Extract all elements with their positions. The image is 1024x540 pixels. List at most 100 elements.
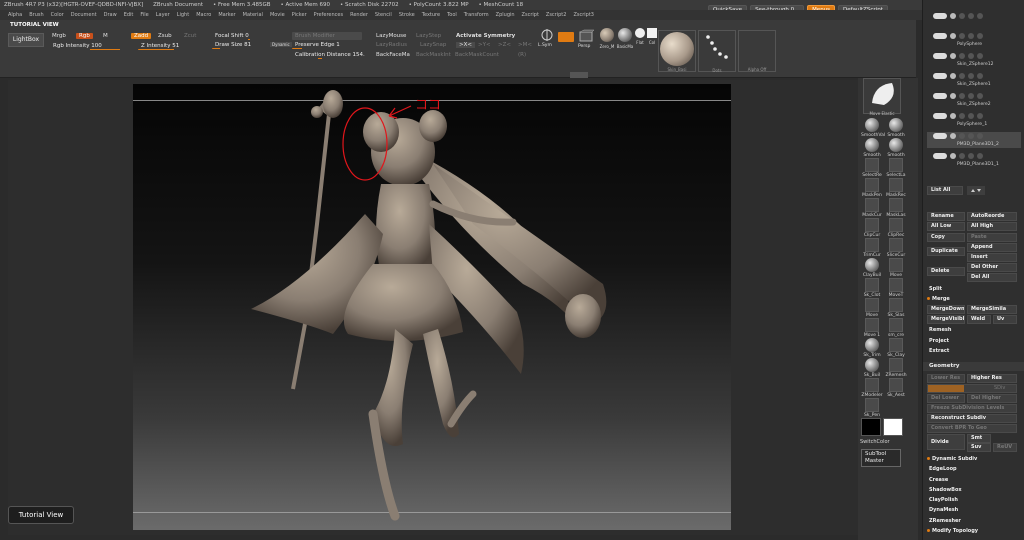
subtool-option-icon[interactable] <box>968 153 974 159</box>
subtool-option-icon[interactable] <box>968 33 974 39</box>
all-high-button[interactable]: All High <box>967 222 1017 231</box>
subtool-option-icon[interactable] <box>968 93 974 99</box>
all-low-button[interactable]: All Low <box>927 222 965 231</box>
shelf-brush-button[interactable]: SliceCur <box>885 238 907 258</box>
menu-picker[interactable]: Picker <box>292 12 307 18</box>
color-swatches[interactable] <box>861 418 903 438</box>
shelf-brush-button[interactable]: SelectRe <box>861 158 883 178</box>
shelf-brush-button[interactable]: ClayBuil <box>861 258 883 278</box>
menu-zscript3[interactable]: Zscript3 <box>573 12 594 18</box>
subtool-item[interactable]: PolySphere_1 <box>927 112 1021 127</box>
menu-edit[interactable]: Edit <box>124 12 134 18</box>
shelf-brush-button[interactable]: Smooth <box>885 138 907 158</box>
secondary-color-swatch[interactable] <box>883 418 903 436</box>
menu-render[interactable]: Render <box>350 12 368 18</box>
insert-button[interactable]: Insert <box>967 253 1017 262</box>
material-thumbnail[interactable]: Skin_Basi <box>658 30 696 72</box>
shelf-brush-button[interactable]: SelectLa <box>885 158 907 178</box>
shelf-brush-button[interactable]: Move <box>861 298 883 318</box>
remesh-section[interactable]: Remesh <box>929 327 951 333</box>
smt-toggle[interactable]: Smt <box>967 434 991 443</box>
convert-bpr-button[interactable]: Convert BPR To Geo <box>927 424 1017 433</box>
symmetry-z-toggle[interactable]: >Z< <box>498 42 511 48</box>
visibility-eye-icon[interactable] <box>950 113 956 119</box>
tutorial-view-button[interactable]: Tutorial View <box>8 506 74 524</box>
draw-size-slider[interactable]: Draw Size 81 <box>212 41 268 49</box>
switch-color-button[interactable]: SwitchColor <box>860 439 890 445</box>
xpose-toggle-icon[interactable] <box>558 32 574 42</box>
menu-alpha[interactable]: Alpha <box>8 12 22 18</box>
subtool-option-icon[interactable] <box>959 13 965 19</box>
subtool-option-icon[interactable] <box>959 53 965 59</box>
menu-macro[interactable]: Macro <box>196 12 211 18</box>
divide-button[interactable]: Divide <box>927 434 965 450</box>
shelf-brush-button[interactable]: ClipRec <box>885 218 907 238</box>
subtool-item[interactable]: Skin_ZSphere2 <box>927 92 1021 107</box>
menu-stroke[interactable]: Stroke <box>399 12 415 18</box>
subtool-option-icon[interactable] <box>959 153 965 159</box>
dynamic-toggle[interactable]: Dynamic <box>270 42 292 47</box>
crease-section[interactable]: Crease <box>929 477 948 483</box>
weld-toggle[interactable]: Weld <box>967 315 991 324</box>
subtool-option-icon[interactable] <box>977 153 983 159</box>
menu-stencil[interactable]: Stencil <box>375 12 392 18</box>
edgeloop-section[interactable]: EdgeLoop <box>929 466 957 472</box>
menu-light[interactable]: Light <box>177 12 189 18</box>
focal-shift-slider[interactable]: Focal Shift 0 <box>212 32 284 40</box>
menu-movie[interactable]: Movie <box>270 12 285 18</box>
subtool-option-icon[interactable] <box>977 33 983 39</box>
visibility-eye-icon[interactable] <box>950 153 956 159</box>
current-brush-thumbnail[interactable]: Move Elastic <box>863 78 901 116</box>
lsym-icon[interactable] <box>540 28 554 42</box>
subtool-item[interactable]: PM3D_Plane3D1_2 <box>927 132 1021 148</box>
shelf-brush-button[interactable]: Sk_Buil <box>861 358 883 378</box>
shelf-brush-button[interactable]: ClipCur <box>861 218 883 238</box>
uv-toggle[interactable]: Uv <box>993 315 1017 324</box>
zsub-toggle[interactable]: Zsub <box>158 33 172 39</box>
symmetry-m-toggle[interactable]: >M< <box>518 42 532 48</box>
backmask-count-slider[interactable]: BackMaskCount <box>455 52 499 58</box>
geometry-header[interactable]: Geometry <box>923 362 1024 371</box>
menu-color[interactable]: Color <box>51 12 64 18</box>
merge-section[interactable]: Merge <box>927 296 950 302</box>
list-arrows[interactable] <box>967 186 985 195</box>
extract-section[interactable]: Extract <box>929 348 949 354</box>
shelf-brush-button[interactable]: Sk_Trim <box>861 338 883 358</box>
menu-draw[interactable]: Draw <box>104 12 117 18</box>
duplicate-button[interactable]: Duplicate <box>927 247 965 256</box>
delete-button[interactable]: Delete <box>927 267 965 276</box>
visibility-eye-icon[interactable] <box>950 13 956 19</box>
visibility-eye-icon[interactable] <box>950 73 956 79</box>
menu-transform[interactable]: Transform <box>464 12 489 18</box>
primary-color-swatch[interactable] <box>861 418 881 436</box>
persp-icon[interactable] <box>578 29 595 43</box>
material-zero[interactable]: Zero_M <box>598 28 616 50</box>
m-toggle[interactable]: M <box>103 33 108 39</box>
subtool-option-icon[interactable] <box>977 73 983 79</box>
list-all-button[interactable]: List All <box>927 186 963 195</box>
mrgb-toggle[interactable]: Mrgb <box>52 33 66 39</box>
material-flat[interactable]: Flat <box>634 28 646 46</box>
rename-button[interactable]: Rename <box>927 212 965 221</box>
subtool-option-icon[interactable] <box>977 53 983 59</box>
reuv-toggle[interactable]: ReUV <box>993 443 1017 452</box>
subtool-option-icon[interactable] <box>968 133 974 139</box>
subtool-option-icon[interactable] <box>977 113 983 119</box>
shelf-brush-button[interactable]: sm_cre <box>885 318 907 338</box>
shelf-brush-button[interactable]: MaskLas <box>885 198 907 218</box>
subtool-option-icon[interactable] <box>959 33 965 39</box>
split-section[interactable]: Split <box>929 286 942 292</box>
mergevisible-button[interactable]: MergeVisible <box>927 315 965 324</box>
menu-zscript2[interactable]: Zscript2 <box>546 12 567 18</box>
symmetry-y-toggle[interactable]: >Y< <box>478 42 491 48</box>
document-canvas[interactable]: ココ <box>133 84 731 530</box>
lightbox-button[interactable]: LightBox <box>8 33 44 47</box>
shelf-brush-button[interactable]: Move 1 <box>861 318 883 338</box>
shelf-brush-button[interactable]: Smooth <box>861 138 883 158</box>
lazystep-slider[interactable]: LazyStep <box>416 33 441 39</box>
sdiv-slider[interactable]: SDiv <box>927 384 1017 393</box>
freeze-subdivision-button[interactable]: Freeze SubDivision Levels <box>927 404 1017 413</box>
shelf-brush-button[interactable]: TrimCur <box>861 238 883 258</box>
subtool-option-icon[interactable] <box>977 13 983 19</box>
dynamesh-section[interactable]: DynaMesh <box>929 507 958 513</box>
